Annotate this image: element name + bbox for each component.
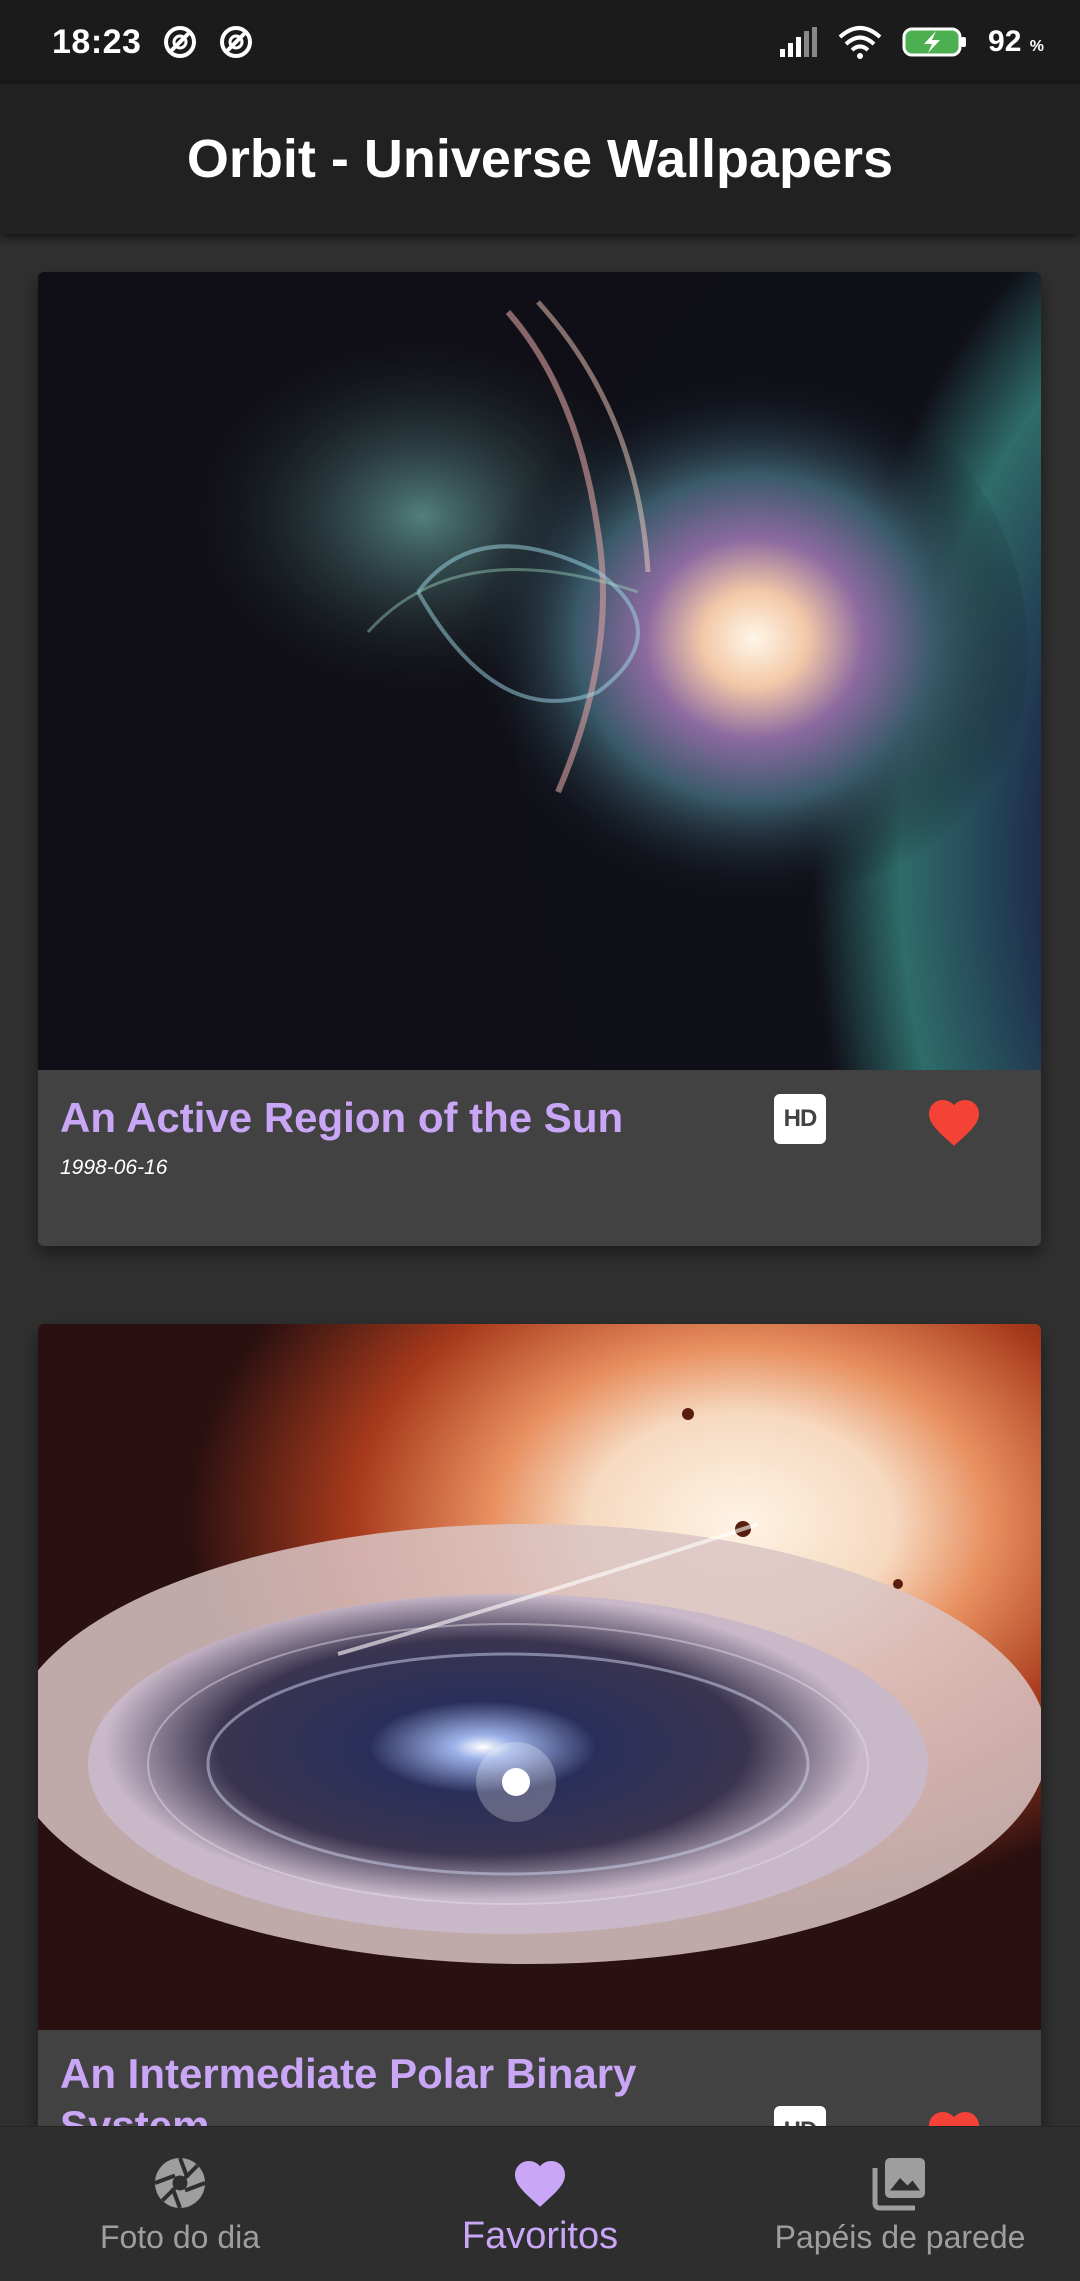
nav-label: Papéis de parede [774,2219,1026,2255]
wallpaper-date: 1998-06-16 [60,1156,168,1179]
nav-label: Foto do dia [99,2219,261,2255]
wifi-icon [838,26,882,59]
wallpaper-title: An Active Region of the Sun [60,1094,624,1141]
favorites-list[interactable]: An Active Region of the Sun 1998-06-16 H… [0,234,1080,2126]
heart-icon [515,2161,565,2207]
app-bar: Orbit - Universe Wallpapers [0,84,1080,234]
heart-icon[interactable] [924,1092,984,1148]
nav-label: Favoritos [461,2215,619,2257]
wallpaper-card[interactable]: An Intermediate Polar Binary System HD [38,1324,1041,2126]
status-time: 18:23 [52,22,142,61]
wallpaper-image[interactable] [38,1324,1041,2030]
battery-charging-icon [902,27,967,57]
hd-download-button[interactable]: HD [774,2106,826,2126]
bottom-navigation: Foto do dia Favoritos Papéis de parede [0,2126,1080,2281]
status-bar: 18:23 92 % [0,0,1080,84]
notification-icon [164,26,197,58]
wallpaper-title: An Intermediate Polar Binary System [60,2050,637,2126]
battery-percent: 92 % [988,25,1044,58]
heart-icon[interactable] [924,2104,984,2126]
notification-icon [220,26,253,58]
signal-icon [780,27,818,57]
photo-library-icon [872,2158,925,2211]
wallpaper-card[interactable]: An Active Region of the Sun 1998-06-16 H… [38,272,1041,1246]
nav-item-favoritos[interactable]: Favoritos [360,2127,720,2281]
nav-item-papeis-de-parede[interactable]: Papéis de parede [720,2127,1080,2281]
app-title: Orbit - Universe Wallpapers [186,129,894,189]
camera-aperture-icon [154,2157,206,2209]
hd-download-button[interactable]: HD [774,1094,826,1144]
nav-item-foto-do-dia[interactable]: Foto do dia [0,2127,360,2281]
wallpaper-image[interactable] [38,272,1041,1070]
